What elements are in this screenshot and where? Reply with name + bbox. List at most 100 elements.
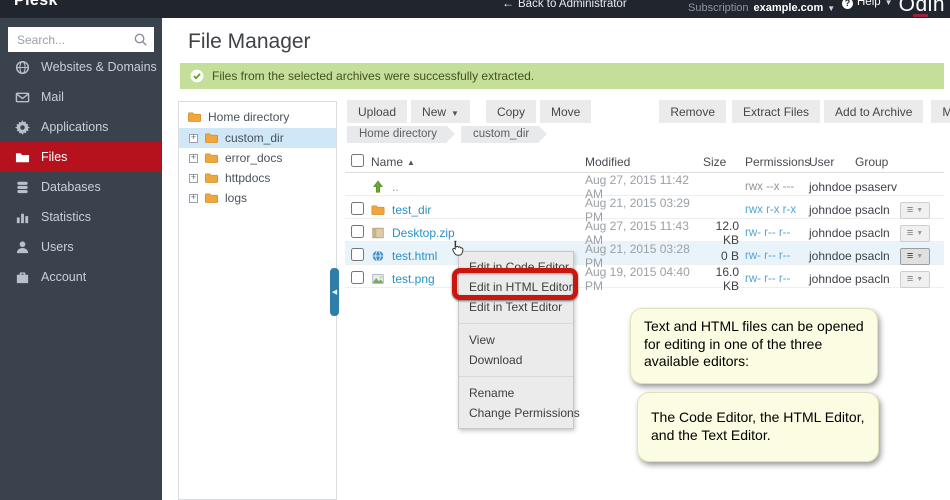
chevron-down-icon: ▼ xyxy=(885,0,893,7)
menu-item-view[interactable]: View xyxy=(459,330,573,350)
briefcase-icon xyxy=(15,270,30,285)
page-title: File Manager xyxy=(188,30,311,54)
row-actions-button[interactable]: ≡▼ xyxy=(900,202,930,219)
column-header-group[interactable]: Group xyxy=(855,155,900,169)
sort-asc-icon: ▲ xyxy=(407,158,415,167)
sidebar-item-mail[interactable]: Mail xyxy=(0,82,162,112)
table-row-up-level[interactable]: .. Aug 27, 2015 11:42 AM rwx --x --- joh… xyxy=(345,173,944,196)
plesk-logo[interactable]: Plesk xyxy=(14,0,58,10)
extract-files-button[interactable]: Extract Files xyxy=(732,100,820,123)
file-name-link[interactable]: .. xyxy=(392,180,399,194)
copy-button[interactable]: Copy xyxy=(486,100,536,123)
menu-separator xyxy=(459,323,573,324)
sidebar-item-websites-domains[interactable]: Websites & Domains xyxy=(0,52,162,82)
row-actions-button[interactable]: ≡▼ xyxy=(900,248,930,265)
group-cell: psacln xyxy=(855,249,900,263)
help-icon: ? xyxy=(842,0,853,9)
breadcrumb-custom-dir[interactable]: custom_dir xyxy=(461,126,539,143)
menu-item-change-permissions[interactable]: Change Permissions xyxy=(459,403,573,423)
size-cell: 12.0 KB xyxy=(703,219,745,247)
tree-item-error-docs[interactable]: + error_docs xyxy=(179,148,336,168)
remove-button[interactable]: Remove xyxy=(659,100,726,123)
row-checkbox[interactable] xyxy=(351,225,364,238)
move-button[interactable]: Move xyxy=(540,100,591,123)
file-name-link[interactable]: test.png xyxy=(392,272,435,286)
sidebar-item-statistics[interactable]: Statistics xyxy=(0,202,162,232)
database-icon xyxy=(15,180,30,195)
expand-icon[interactable]: + xyxy=(189,174,198,183)
menu-separator xyxy=(459,376,573,377)
menu-item-edit-in-text-editor[interactable]: Edit in Text Editor xyxy=(459,297,573,317)
column-header-user[interactable]: User xyxy=(809,155,855,169)
table-row-test-png[interactable]: test.png Aug 19, 2015 04:40 PM 16.0 KB r… xyxy=(345,265,944,288)
row-actions-button[interactable]: ≡▼ xyxy=(900,225,930,242)
tree-item-custom-dir[interactable]: + custom_dir xyxy=(179,128,336,148)
permissions-link[interactable]: rwx r-x r-x xyxy=(745,204,809,216)
file-name-link[interactable]: test_dir xyxy=(392,203,431,217)
column-header-size[interactable]: Size xyxy=(703,155,745,169)
group-cell: psacln xyxy=(855,272,900,286)
user-cell: johndoe xyxy=(809,272,855,286)
tree-item-httpdocs[interactable]: + httpdocs xyxy=(179,168,336,188)
mail-icon xyxy=(15,90,30,105)
tree-item-home-directory[interactable]: Home directory xyxy=(179,106,336,128)
panel-collapse-handle[interactable]: ◀ xyxy=(330,268,339,316)
help-menu[interactable]: ?Help▼ xyxy=(842,0,893,9)
new-button[interactable]: New▼ xyxy=(411,100,470,123)
tree-item-label: logs xyxy=(225,191,247,205)
breadcrumb: Home directory custom_dir xyxy=(347,126,553,143)
sidebar-item-label: Account xyxy=(41,270,86,284)
sidebar-item-account[interactable]: Account xyxy=(0,262,162,292)
breadcrumb-home-directory[interactable]: Home directory xyxy=(347,126,447,143)
folder-icon xyxy=(204,191,219,205)
tree-item-logs[interactable]: + logs xyxy=(179,188,336,208)
back-to-administrator-link[interactable]: ←Back to Administrator xyxy=(502,0,627,10)
globe-icon xyxy=(15,60,30,75)
more-button[interactable]: More▼ xyxy=(931,100,950,123)
search-icon xyxy=(133,32,148,47)
left-arrow-icon: ← xyxy=(502,0,514,10)
html-icon xyxy=(371,249,385,263)
subscription-menu[interactable]: Subscriptionexample.com▼ xyxy=(688,2,835,14)
sidebar-item-users[interactable]: Users xyxy=(0,232,162,262)
sidebar-item-label: Users xyxy=(41,240,74,254)
tree-item-label: error_docs xyxy=(225,151,282,165)
upload-button[interactable]: Upload xyxy=(347,100,407,123)
file-name-link[interactable]: test.html xyxy=(392,249,437,263)
expand-icon[interactable]: + xyxy=(189,154,198,163)
column-header-modified[interactable]: Modified xyxy=(585,155,703,169)
sidebar-nav: Websites & Domains Mail Applications Fil… xyxy=(0,52,162,292)
sidebar-item-applications[interactable]: Applications xyxy=(0,112,162,142)
permissions-link[interactable]: rw- r-- r-- xyxy=(745,273,809,285)
table-row-desktop-zip[interactable]: Desktop.zip Aug 27, 2015 11:43 AM 12.0 K… xyxy=(345,219,944,242)
sidebar-item-files[interactable]: Files xyxy=(0,142,162,172)
row-checkbox[interactable] xyxy=(351,271,364,284)
table-row-test-html[interactable]: test.html Aug 21, 2015 03:28 PM 0 B rw- … xyxy=(345,242,944,265)
sidebar-item-databases[interactable]: Databases xyxy=(0,172,162,202)
sidebar-item-label: Mail xyxy=(41,90,64,104)
menu-item-rename[interactable]: Rename xyxy=(459,383,573,403)
group-cell: psacln xyxy=(855,203,900,217)
user-cell: johndoe xyxy=(809,226,855,240)
up-level-icon xyxy=(371,180,385,194)
expand-icon[interactable]: + xyxy=(189,194,198,203)
table-row-test-dir[interactable]: test_dir Aug 21, 2015 03:29 PM rwx r-x r… xyxy=(345,196,944,219)
column-header-permissions[interactable]: Permissions xyxy=(745,155,809,169)
menu-item-download[interactable]: Download xyxy=(459,350,573,370)
permissions-link[interactable]: rw- r-- r-- xyxy=(745,227,809,239)
permissions-link[interactable]: rw- r-- r-- xyxy=(745,250,809,262)
add-to-archive-button[interactable]: Add to Archive xyxy=(824,100,923,123)
file-name-link[interactable]: Desktop.zip xyxy=(392,226,455,240)
bar-chart-icon xyxy=(15,210,30,225)
tree-item-label: Home directory xyxy=(208,110,289,124)
user-cell: johndoe xyxy=(809,249,855,263)
user-cell: johndoe xyxy=(809,203,855,217)
row-checkbox[interactable] xyxy=(351,248,364,261)
select-all-checkbox[interactable] xyxy=(351,154,364,167)
row-actions-button[interactable]: ≡▼ xyxy=(900,271,930,288)
menu-icon: ≡ xyxy=(907,204,913,216)
sidebar-item-label: Websites & Domains xyxy=(41,60,157,74)
row-checkbox[interactable] xyxy=(351,202,364,215)
column-header-name[interactable]: Name▲ xyxy=(371,155,585,169)
expand-icon[interactable]: + xyxy=(189,134,198,143)
